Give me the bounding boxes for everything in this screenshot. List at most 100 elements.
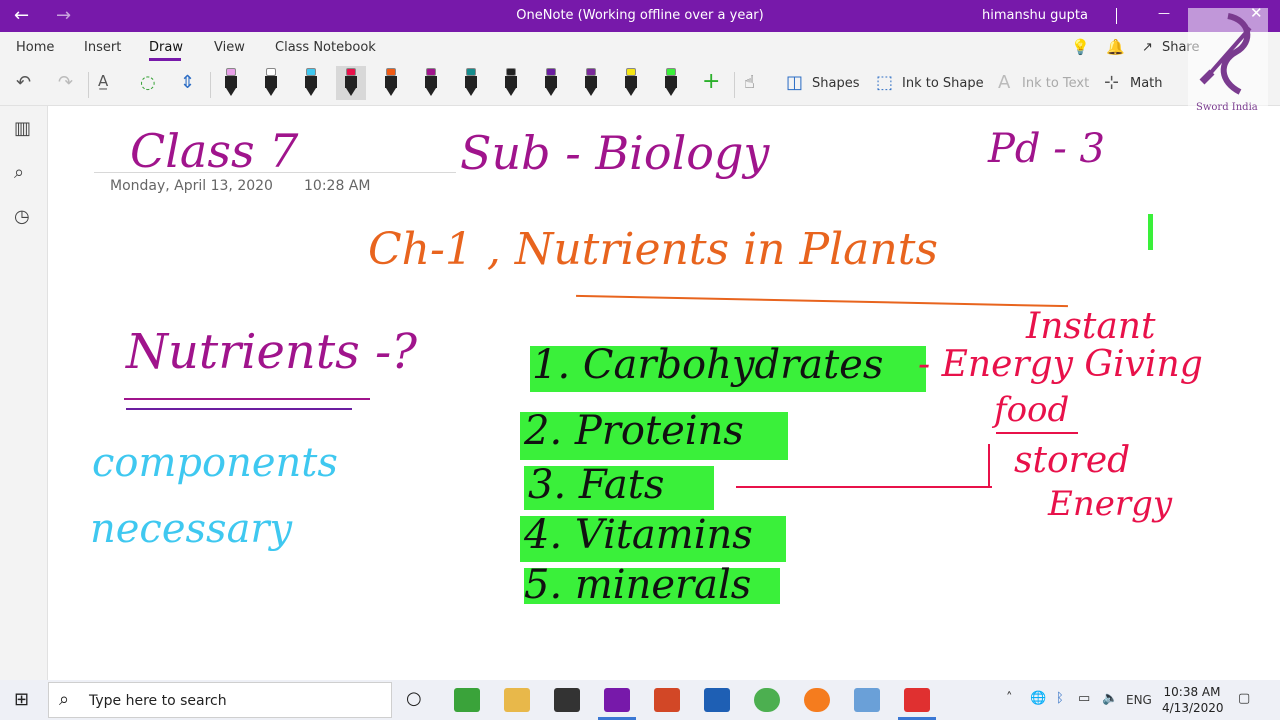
notebooks-icon[interactable]: ▥ <box>14 118 31 139</box>
ink-arrow-stem <box>988 444 990 488</box>
ink-food: food <box>994 390 1070 430</box>
undo-icon[interactable]: ↶ <box>16 72 31 93</box>
pen-tool[interactable] <box>382 66 400 100</box>
ink-chapter-underline <box>576 294 1068 308</box>
sword-logo-icon <box>1199 13 1252 95</box>
add-pen-icon[interactable]: + <box>702 69 720 94</box>
pen-tool[interactable] <box>622 66 640 100</box>
shapes-icon[interactable]: ◫ <box>786 72 803 93</box>
pen-tool[interactable] <box>502 66 520 100</box>
search-icon: ⌕ <box>59 689 70 710</box>
add-space-icon[interactable]: ⇕ <box>180 72 195 93</box>
lasso-select-icon[interactable]: ◌ <box>140 72 156 93</box>
ink-to-shape-button[interactable]: Ink to Shape <box>902 76 984 91</box>
taskbar-search-box[interactable]: ⌕ Type here to search <box>48 682 392 718</box>
ink-to-text-icon[interactable]: A <box>998 72 1010 93</box>
ribbon-tabs: Home Insert Draw View Class Notebook 💡 🔔… <box>0 32 1280 64</box>
pen-tool[interactable] <box>302 66 320 100</box>
ink-to-shape-icon[interactable]: ⬚ <box>876 72 893 93</box>
pen-tool[interactable] <box>582 66 600 100</box>
share-icon[interactable]: ↗ <box>1142 40 1153 55</box>
toolbar-separator <box>210 72 211 98</box>
battery-icon[interactable]: ▭ <box>1078 691 1090 706</box>
chrome-icon[interactable] <box>754 688 780 712</box>
pen-tool[interactable] <box>662 66 680 100</box>
tab-class-notebook[interactable]: Class Notebook <box>275 40 376 55</box>
volume-icon[interactable]: 🔈 <box>1102 691 1118 706</box>
bluetooth-icon[interactable]: ᛒ <box>1056 691 1064 706</box>
tab-view[interactable]: View <box>214 40 245 55</box>
store-icon[interactable] <box>554 688 580 712</box>
recent-icon[interactable]: ◷ <box>14 206 30 227</box>
select-text-icon[interactable]: A̲ <box>98 72 108 90</box>
navigation-sidebar: ▥ ⌕ ◷ <box>0 106 48 680</box>
clock-time: 10:38 AM <box>1163 685 1221 699</box>
windows-start-icon[interactable]: ⊞ <box>14 689 29 710</box>
tab-insert[interactable]: Insert <box>84 40 121 55</box>
pen-tool[interactable] <box>336 66 366 100</box>
ink-energy: Energy <box>1048 484 1173 524</box>
recorder-icon[interactable] <box>898 688 936 720</box>
page-date: Monday, April 13, 2020 <box>110 178 273 194</box>
ink-subject: Sub - Biology <box>460 126 770 180</box>
page-time: 10:28 AM <box>304 178 371 194</box>
math-button[interactable]: Math <box>1130 76 1163 91</box>
ink-components: components <box>92 440 338 486</box>
clock[interactable]: 10:38 AM 4/13/2020 <box>1162 684 1224 716</box>
pen-tool[interactable] <box>462 66 480 100</box>
ink-replay-icon[interactable]: ☝ <box>744 72 755 93</box>
powerpoint-icon[interactable] <box>654 688 680 712</box>
camtasia-icon[interactable] <box>454 688 480 712</box>
tab-draw[interactable]: Draw <box>149 40 183 55</box>
firefox-icon[interactable] <box>804 688 830 712</box>
ink-underline-2 <box>126 408 352 410</box>
channel-logo: Sword India <box>1188 8 1268 114</box>
clock-date: 4/13/2020 <box>1162 701 1224 715</box>
file-explorer-icon[interactable] <box>504 688 530 712</box>
pen-tool[interactable] <box>262 66 280 100</box>
ink-food-underline <box>996 432 1078 434</box>
ink-list-item: 3. Fats <box>528 462 665 508</box>
note-canvas[interactable]: Monday, April 13, 2020 10:28 AM Class 7 … <box>48 106 1280 680</box>
language-indicator[interactable]: ENG <box>1126 693 1152 707</box>
onenote-taskbar-icon[interactable] <box>598 688 636 720</box>
toolbar-separator <box>734 72 735 98</box>
pen-tool[interactable] <box>422 66 440 100</box>
user-name[interactable]: himanshu gupta <box>982 8 1088 23</box>
redo-icon[interactable]: ↷ <box>58 72 73 93</box>
search-placeholder: Type here to search <box>89 693 227 709</box>
ink-to-text-button[interactable]: Ink to Text <box>1022 76 1089 91</box>
ink-list-item: 2. Proteins <box>524 408 744 454</box>
tray-chevron-icon[interactable]: ˄ <box>1006 691 1013 706</box>
pen-tool[interactable] <box>222 66 240 100</box>
lightbulb-icon[interactable]: 💡 <box>1071 38 1090 56</box>
title-bar: ← → OneNote (Working offline over a year… <box>0 0 1280 32</box>
notification-icon[interactable]: ▢ <box>1238 691 1250 706</box>
ink-underline-1 <box>124 398 370 400</box>
bell-icon[interactable]: 🔔 <box>1106 38 1125 56</box>
shapes-button[interactable]: Shapes <box>812 76 859 91</box>
pen-tool[interactable] <box>542 66 560 100</box>
toolbar-separator <box>88 72 89 98</box>
math-icon[interactable]: ⊹ <box>1104 72 1119 93</box>
ink-arrow-line <box>736 486 992 488</box>
ink-chapter: Ch-1 , Nutrients in Plants <box>368 224 938 275</box>
ink-stored: stored <box>1014 440 1131 481</box>
ink-period: Pd - 3 <box>988 126 1105 172</box>
whiteboard-icon[interactable] <box>704 688 730 712</box>
draw-toolbar: ↶ ↷ A̲ ◌ ⇕ + ☝ ◫ Shapes ⬚ Ink to Shape A… <box>0 64 1280 106</box>
search-icon[interactable]: ⌕ <box>14 162 24 183</box>
network-globe-icon[interactable]: 🌐 <box>1030 691 1046 706</box>
app-title: OneNote (Working offline over a year) <box>516 8 764 23</box>
ink-cursor-mark <box>1148 214 1153 250</box>
ink-instant: Instant <box>1026 306 1156 347</box>
ink-necessary: necessary <box>90 506 293 552</box>
paint-icon[interactable] <box>854 688 880 712</box>
watermark-text: Sword India <box>1196 102 1258 113</box>
ink-energy-giving: - Energy Giving <box>918 344 1203 385</box>
ink-class: Class 7 <box>130 124 299 178</box>
minimize-icon[interactable]: — <box>1158 6 1170 20</box>
cortana-icon[interactable]: ○ <box>406 688 422 709</box>
active-tab-indicator <box>149 58 181 61</box>
tab-home[interactable]: Home <box>16 40 54 55</box>
